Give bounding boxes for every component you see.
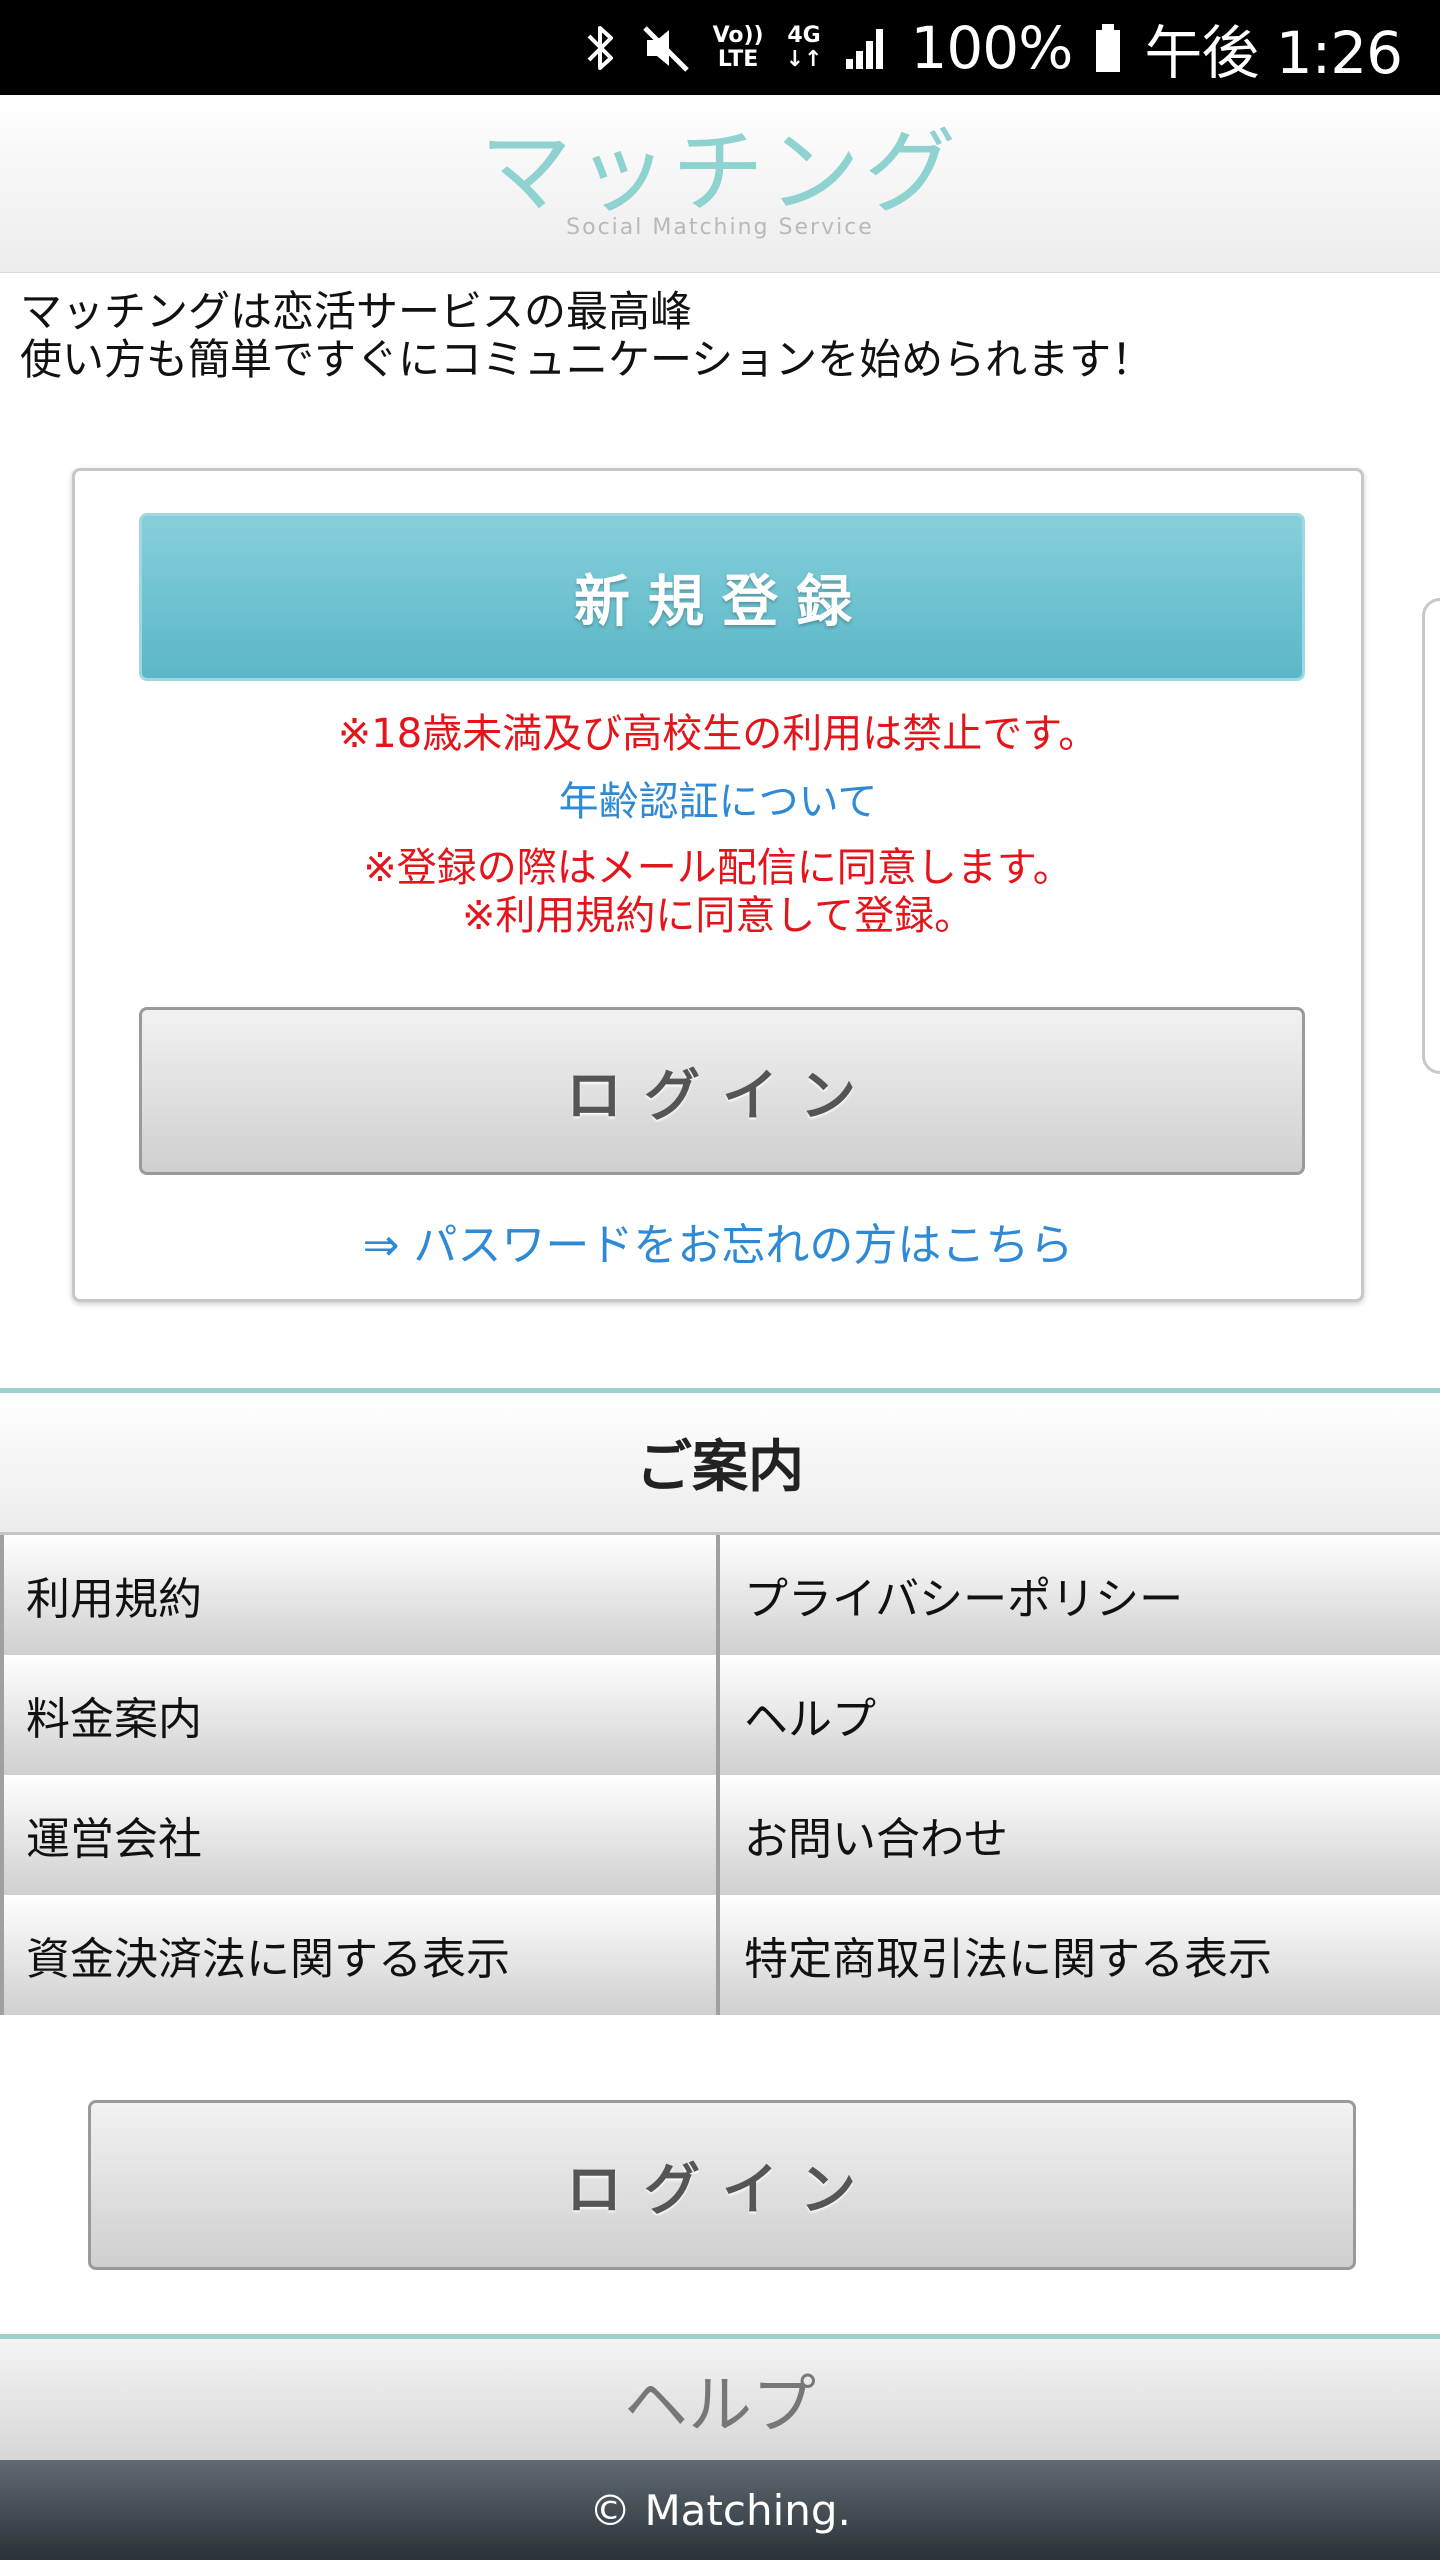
logo-subtitle: Social Matching Service	[566, 215, 874, 240]
guide-item-company[interactable]: 運営会社	[0, 1775, 720, 1895]
register-login-card: 新規登録 ※18歳未満及び高校生の利用は禁止です。 年齢認証について ※登録の際…	[72, 468, 1364, 1302]
terms-consent-notice: ※利用規約に同意して登録。	[461, 893, 975, 939]
data-arrows: ↓↑	[785, 46, 823, 72]
guide-menu: 利用規約 プライバシーポリシー 料金案内 ヘルプ 運営会社 お問い合わせ 資金決…	[0, 1532, 1440, 2019]
edge-panel-handle[interactable]	[1422, 598, 1440, 1074]
guide-item-payment-act[interactable]: 資金決済法に関する表示	[0, 1895, 720, 2015]
bluetooth-icon	[583, 22, 619, 74]
intro-line-2: 使い方も簡単ですぐにコミュニケーションを始められます！	[20, 335, 1154, 384]
forgot-password-link[interactable]: ⇒ パスワードをお忘れの方はこちら	[75, 1209, 1361, 1273]
battery-icon	[1094, 22, 1122, 74]
volte-icon: Vo)) LTE	[712, 22, 764, 72]
guide-item-terms[interactable]: 利用規約	[0, 1535, 720, 1655]
guide-item-commercial-transactions[interactable]: 特定商取引法に関する表示	[720, 1895, 1440, 2015]
battery-percent: 100%	[910, 13, 1073, 82]
age-restriction-notice: ※18歳未満及び高校生の利用は禁止です。	[337, 711, 1099, 757]
age-verification-link[interactable]: 年齢認証について	[75, 769, 1361, 827]
bottom-login-button[interactable]: ログイン	[88, 2100, 1356, 2270]
clock: 午後 1:26	[1144, 18, 1403, 87]
status-icons: Vo)) LTE 4G ↓↑ 100% 午後 1:26	[583, 0, 1403, 95]
4g-icon: 4G ↓↑	[785, 22, 823, 72]
network-type-label: 4G	[787, 22, 821, 48]
guide-item-pricing[interactable]: 料金案内	[0, 1655, 720, 1775]
guide-item-contact[interactable]: お問い合わせ	[720, 1775, 1440, 1895]
register-button[interactable]: 新規登録	[139, 513, 1305, 681]
logo-title: マッチング	[479, 119, 960, 226]
intro-line-1: マッチングは恋活サービスの最高峰	[20, 287, 693, 336]
login-button[interactable]: ログイン	[139, 1007, 1305, 1175]
intro-text: マッチングは恋活サービスの最高峰 使い方も簡単ですぐにコミュニケーションを始めら…	[20, 288, 1420, 384]
copyright: © Matching.	[0, 2460, 1440, 2560]
guide-title: ご案内	[0, 1388, 1440, 1532]
status-bar: Vo)) LTE 4G ↓↑ 100% 午後 1:26	[0, 0, 1440, 95]
mute-icon	[641, 22, 691, 74]
volte-label-top: Vo))	[712, 22, 764, 48]
footer-help-link[interactable]: ヘルプ	[0, 2334, 1440, 2460]
volte-label-bottom: LTE	[717, 46, 759, 72]
site-header: マッチング Social Matching Service	[0, 95, 1440, 273]
guide-item-privacy-policy[interactable]: プライバシーポリシー	[720, 1535, 1440, 1655]
signal-icon	[844, 25, 888, 71]
logo[interactable]: マッチング Social Matching Service	[0, 119, 1440, 241]
guide-item-help[interactable]: ヘルプ	[720, 1655, 1440, 1775]
